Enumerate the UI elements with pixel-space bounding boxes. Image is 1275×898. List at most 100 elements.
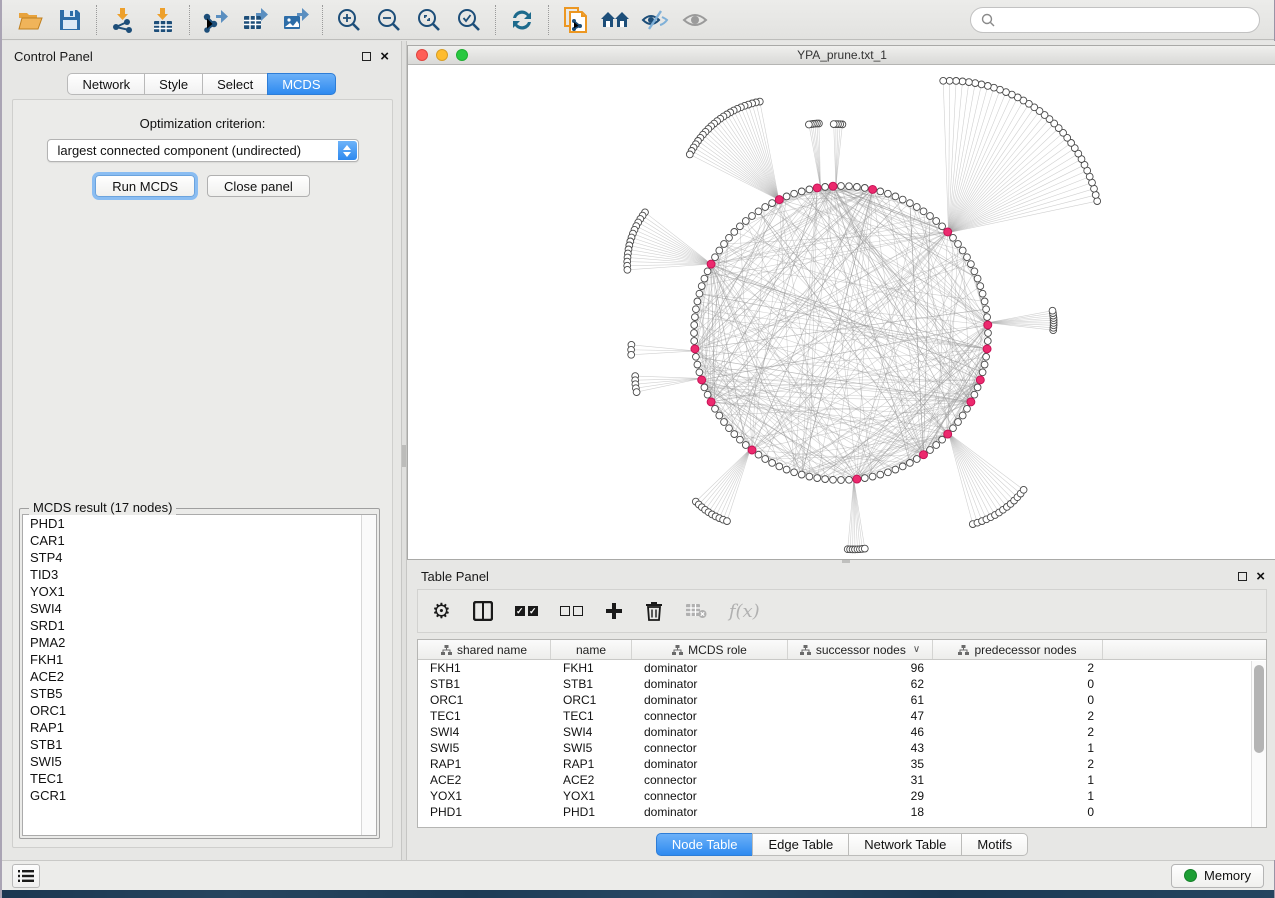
- cell-name: YOX1: [551, 789, 632, 803]
- zoom-out-icon[interactable]: [369, 3, 409, 37]
- zoom-fit-icon[interactable]: [409, 3, 449, 37]
- export-table-icon[interactable]: [236, 3, 276, 37]
- table-row[interactable]: RAP1RAP1dominator352: [418, 756, 1266, 772]
- cell-MCDS-role: dominator: [632, 725, 788, 739]
- tab-network-table[interactable]: Network Table: [848, 833, 961, 856]
- mcds-result-item[interactable]: CAR1: [23, 532, 376, 549]
- cell-MCDS-role: connector: [632, 789, 788, 803]
- mcds-result-item[interactable]: SRD1: [23, 617, 376, 634]
- cell-name: ACE2: [551, 773, 632, 787]
- mcds-result-item[interactable]: ORC1: [23, 702, 376, 719]
- table-row[interactable]: SWI4SWI4dominator462: [418, 724, 1266, 740]
- tab-mcds[interactable]: MCDS: [267, 73, 335, 95]
- refresh-view-icon[interactable]: [502, 3, 542, 37]
- float-table-panel-icon[interactable]: [1238, 572, 1247, 581]
- tab-node-table[interactable]: Node Table: [656, 833, 753, 856]
- cell-successor-nodes: 29: [788, 789, 933, 803]
- table-row[interactable]: YOX1YOX1connector291: [418, 788, 1266, 804]
- mcds-result-item[interactable]: PMA2: [23, 634, 376, 651]
- tab-style[interactable]: Style: [144, 73, 202, 95]
- table-row[interactable]: PHD1PHD1dominator180: [418, 804, 1266, 820]
- mcds-result-item[interactable]: YOX1: [23, 583, 376, 600]
- export-image-icon[interactable]: [276, 3, 316, 37]
- table-row[interactable]: FKH1FKH1dominator962: [418, 660, 1266, 676]
- hide-selected-icon[interactable]: [635, 3, 675, 37]
- column-header-name[interactable]: name: [551, 640, 632, 659]
- network-graph[interactable]: [408, 65, 1275, 561]
- network-window-titlebar[interactable]: YPA_prune.txt_1: [408, 46, 1275, 65]
- export-network-icon[interactable]: [196, 3, 236, 37]
- cell-successor-nodes: 18: [788, 805, 933, 819]
- table-row[interactable]: SWI5SWI5connector431: [418, 740, 1266, 756]
- column-header-predecessor-nodes[interactable]: predecessor nodes: [933, 640, 1103, 659]
- column-header-MCDS-role[interactable]: MCDS role: [632, 640, 788, 659]
- mcds-result-item[interactable]: ACE2: [23, 668, 376, 685]
- cell-name: SWI4: [551, 725, 632, 739]
- main-toolbar: [2, 0, 1274, 40]
- cell-successor-nodes: 61: [788, 693, 933, 707]
- mcds-result-item[interactable]: SWI5: [23, 753, 376, 770]
- first-neighbors-icon[interactable]: [595, 3, 635, 37]
- table-row[interactable]: STB1STB1dominator620: [418, 676, 1266, 692]
- save-session-icon[interactable]: [50, 3, 90, 37]
- tab-edge-table[interactable]: Edge Table: [752, 833, 848, 856]
- cell-MCDS-role: dominator: [632, 805, 788, 819]
- memory-label: Memory: [1204, 868, 1251, 883]
- cell-shared-name: STB1: [418, 677, 551, 691]
- mcds-result-item[interactable]: STB5: [23, 685, 376, 702]
- close-table-panel-icon[interactable]: ×: [1256, 572, 1265, 581]
- import-network-icon[interactable]: [103, 3, 143, 37]
- close-panel-button[interactable]: Close panel: [207, 175, 310, 197]
- mcds-result-item[interactable]: STP4: [23, 549, 376, 566]
- table-row[interactable]: TEC1TEC1connector472: [418, 708, 1266, 724]
- network-search-box[interactable]: [970, 7, 1260, 33]
- mcds-result-item[interactable]: RAP1: [23, 719, 376, 736]
- cell-successor-nodes: 62: [788, 677, 933, 691]
- tab-network[interactable]: Network: [67, 73, 144, 95]
- mcds-result-item[interactable]: FKH1: [23, 651, 376, 668]
- mcds-result-item[interactable]: STB1: [23, 736, 376, 753]
- mcds-result-item[interactable]: GCR1: [23, 787, 376, 804]
- close-panel-icon[interactable]: ×: [380, 52, 389, 61]
- duplicate-network-icon[interactable]: [555, 3, 595, 37]
- table-panel: Table Panel × ⚙ ✓✓ f(x) shared namenameM…: [407, 563, 1275, 860]
- cell-MCDS-role: dominator: [632, 677, 788, 691]
- mcds-result-item[interactable]: SWI4: [23, 600, 376, 617]
- cell-predecessor-nodes: 2: [933, 661, 1103, 675]
- mcds-result-list[interactable]: PHD1CAR1STP4TID3YOX1SWI4SRD1PMA2FKH1ACE2…: [22, 514, 377, 836]
- column-visibility-icon[interactable]: [473, 596, 493, 626]
- table-row[interactable]: ORC1ORC1dominator610: [418, 692, 1266, 708]
- column-header-shared-name[interactable]: shared name: [418, 640, 551, 659]
- show-all-icon[interactable]: [675, 3, 715, 37]
- task-history-button[interactable]: [12, 864, 40, 888]
- table-scrollbar-thumb[interactable]: [1254, 665, 1264, 753]
- mcds-result-item[interactable]: PHD1: [23, 515, 376, 532]
- cell-predecessor-nodes: 2: [933, 725, 1103, 739]
- search-input[interactable]: [1001, 13, 1249, 27]
- optimization-criterion-select[interactable]: largest connected component (undirected): [47, 139, 359, 162]
- tab-select[interactable]: Select: [202, 73, 267, 95]
- add-column-icon[interactable]: [605, 596, 623, 626]
- result-list-scrollbar[interactable]: [361, 515, 376, 835]
- table-options-icon[interactable]: ⚙: [432, 596, 451, 626]
- zoom-in-icon[interactable]: [329, 3, 369, 37]
- zoom-selected-icon[interactable]: [449, 3, 489, 37]
- cell-successor-nodes: 31: [788, 773, 933, 787]
- mcds-result-item[interactable]: TEC1: [23, 770, 376, 787]
- clear-selection-icon[interactable]: [560, 596, 583, 626]
- status-bar: Memory: [2, 860, 1274, 890]
- memory-button[interactable]: Memory: [1171, 864, 1264, 888]
- table-scrollbar[interactable]: [1251, 661, 1266, 827]
- delete-columns-icon[interactable]: [645, 596, 663, 626]
- mcds-result-item[interactable]: TID3: [23, 566, 376, 583]
- table-row[interactable]: ACE2ACE2connector311: [418, 772, 1266, 788]
- select-all-rows-icon[interactable]: ✓✓: [515, 596, 538, 626]
- float-panel-icon[interactable]: [362, 52, 371, 61]
- tab-motifs[interactable]: Motifs: [961, 833, 1028, 856]
- run-mcds-button[interactable]: Run MCDS: [95, 175, 195, 197]
- cell-predecessor-nodes: 2: [933, 709, 1103, 723]
- import-table-icon[interactable]: [143, 3, 183, 37]
- open-file-icon[interactable]: [10, 3, 50, 37]
- column-header-successor-nodes[interactable]: successor nodes∨: [788, 640, 933, 659]
- network-canvas[interactable]: [408, 65, 1275, 559]
